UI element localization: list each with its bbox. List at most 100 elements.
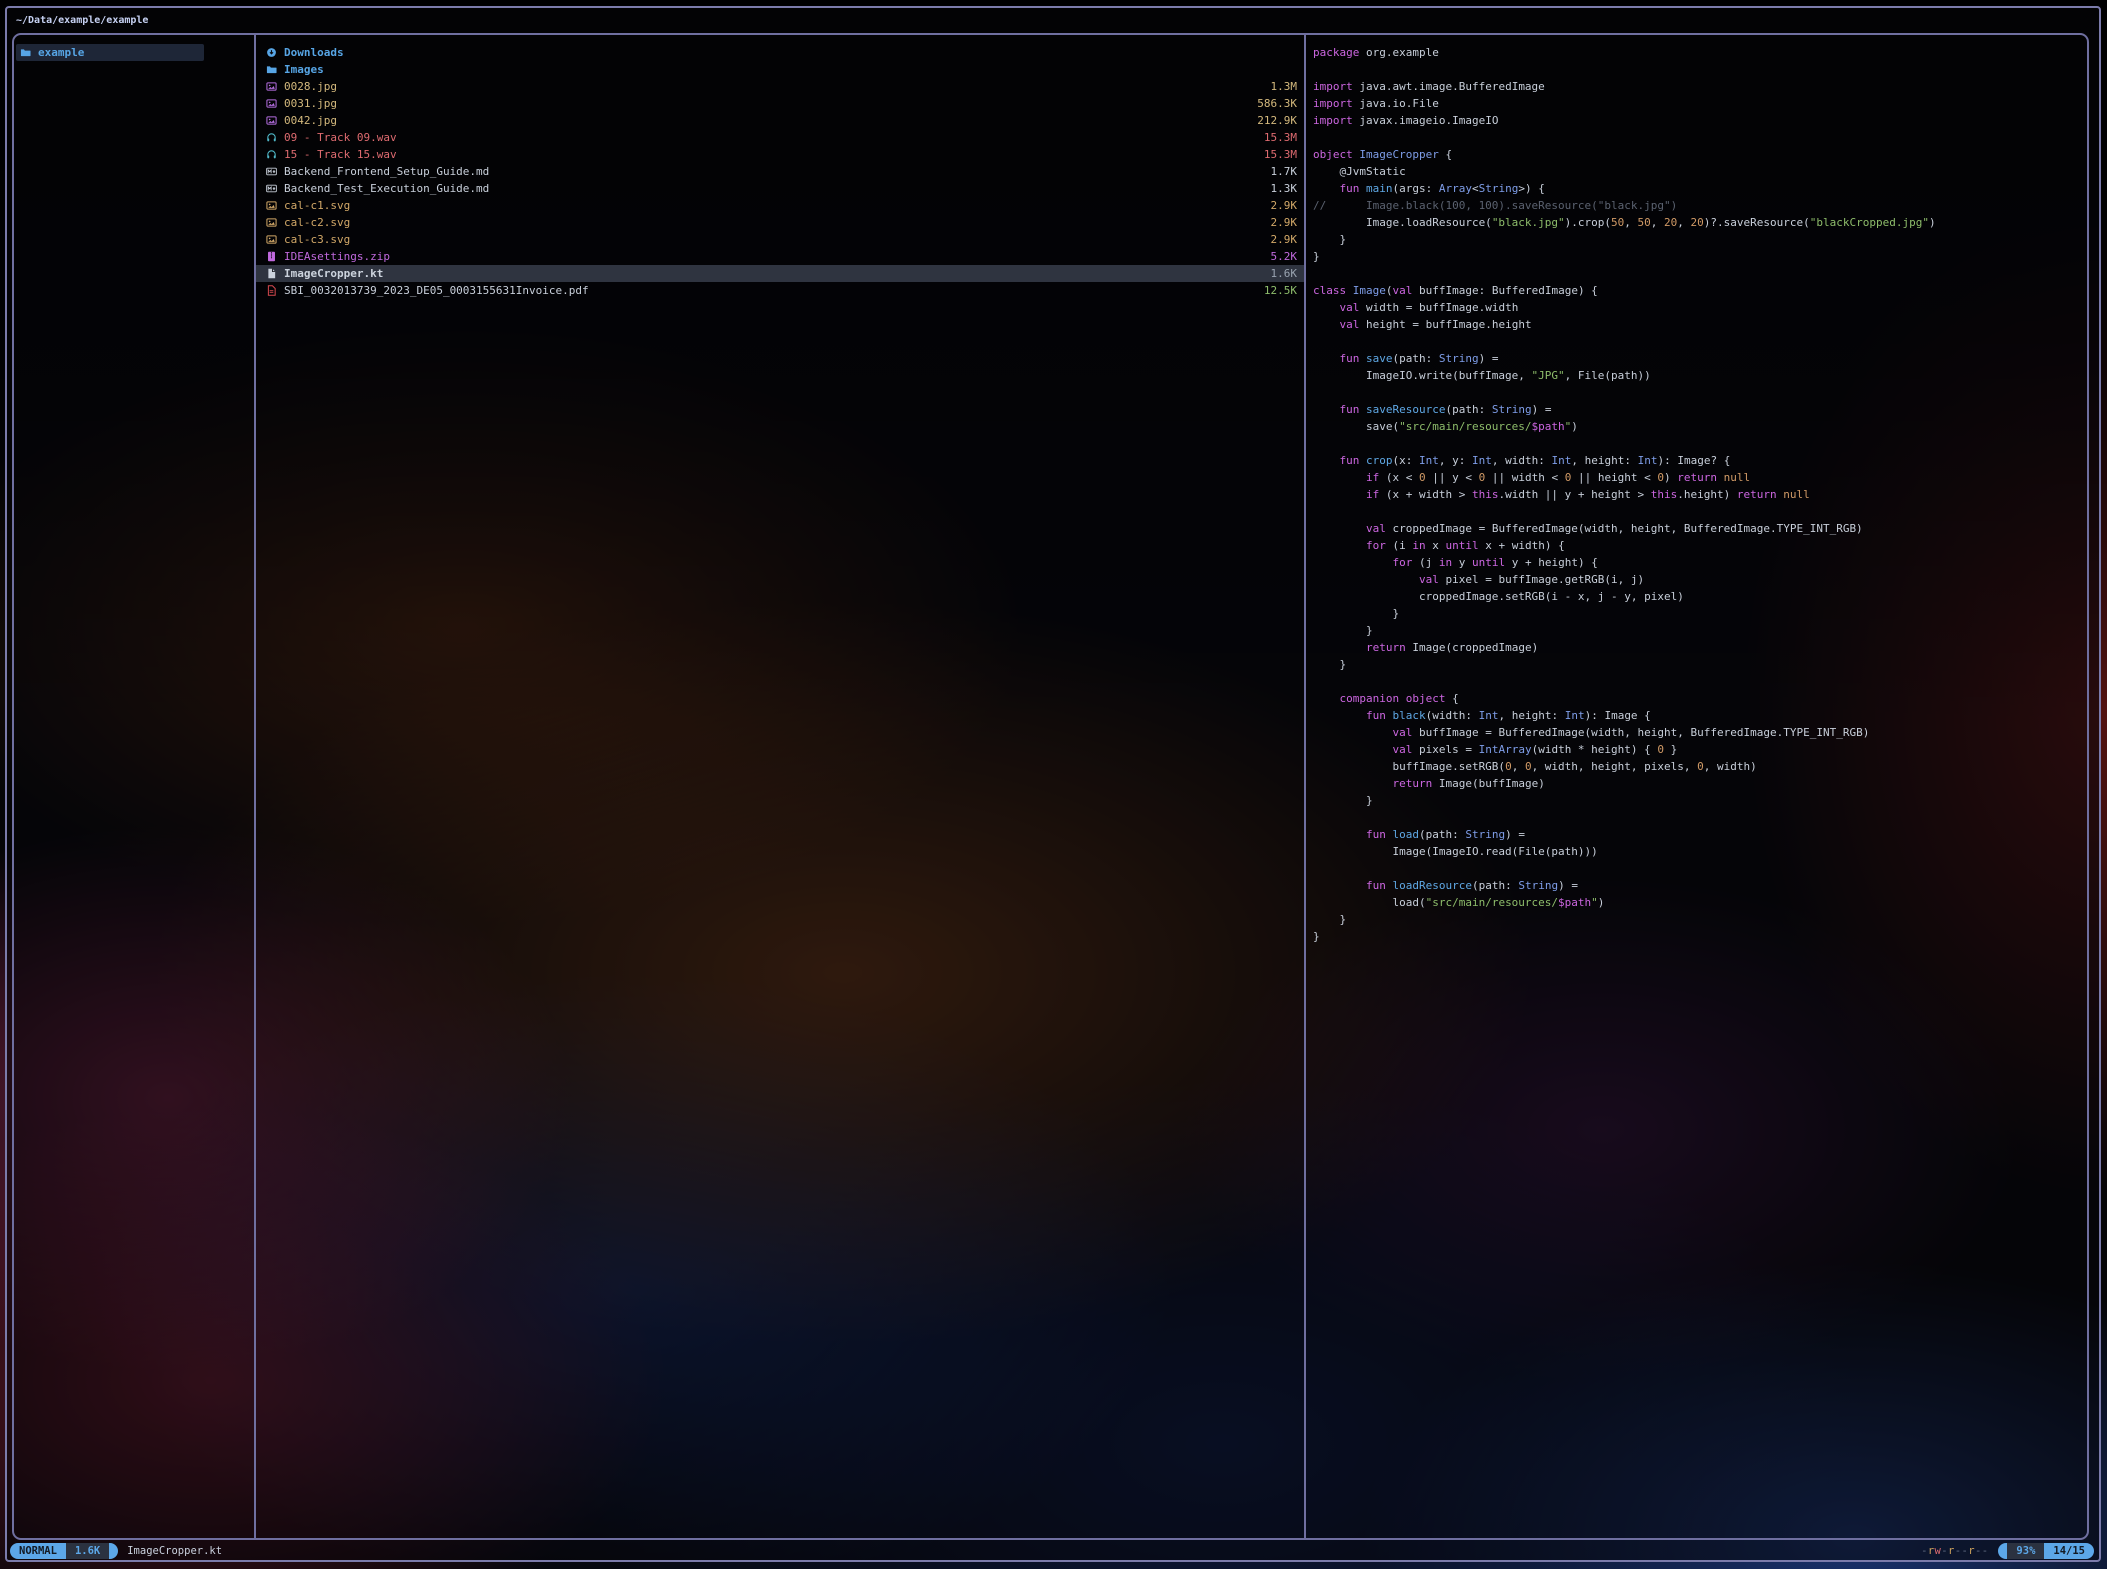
code-line — [1313, 673, 2087, 690]
code-line: companion object { — [1313, 690, 2087, 707]
file-name: IDEAsettings.zip — [284, 250, 1263, 263]
file-row[interactable]: 0031.jpg586.3K — [256, 95, 1304, 112]
pill-right-cap — [109, 1543, 118, 1559]
header-bar: ~/Data/example/example — [16, 10, 148, 32]
code-line: ImageIO.write(buffImage, "JPG", File(pat… — [1313, 367, 2087, 384]
code-line: } — [1313, 792, 2087, 809]
file-size: 2.9K — [1271, 216, 1298, 229]
archive-icon — [266, 251, 278, 263]
image-icon — [266, 234, 278, 246]
status-bar: NORMAL 1.6K ImageCropper.kt -rw-r--r-- 9… — [10, 1542, 2094, 1559]
code-line: val width = buffImage.width — [1313, 299, 2087, 316]
status-left: NORMAL 1.6K ImageCropper.kt — [10, 1543, 222, 1559]
code-line: } — [1313, 911, 2087, 928]
file-size: 15.3M — [1264, 131, 1297, 144]
code-line — [1313, 333, 2087, 350]
file-row[interactable]: cal-c3.svg 2.9K — [256, 231, 1304, 248]
file-row[interactable]: 0042.jpg212.9K — [256, 112, 1304, 129]
code-line — [1313, 129, 2087, 146]
file-size: 15.3M — [1264, 148, 1297, 161]
code-line: Image(ImageIO.read(File(path))) — [1313, 843, 2087, 860]
file-row[interactable]: 15 - Track 15.wav15.3M — [256, 146, 1304, 163]
code-line: for (i in x until x + width) { — [1313, 537, 2087, 554]
code-line: fun loadResource(path: String) = — [1313, 877, 2087, 894]
code-line: val pixel = buffImage.getRGB(i, j) — [1313, 571, 2087, 588]
code-line: } — [1313, 605, 2087, 622]
status-filename: ImageCropper.kt — [127, 1545, 222, 1557]
terminal-window: ~/Data/example/example example Downloads… — [5, 6, 2101, 1562]
code-line: fun black(width: Int, height: Int): Imag… — [1313, 707, 2087, 724]
code-line: // Image.black(100, 100).saveResource("b… — [1313, 197, 2087, 214]
code-line: for (j in y until y + height) { — [1313, 554, 2087, 571]
file-name: SBI_0032013739_2023_DE05_0003155631Invoi… — [284, 284, 1256, 297]
file-name: 0028.jpg — [284, 80, 1263, 93]
panes-container: example Downloads Images 0028.jpg 1.3M 0031.… — [12, 33, 2089, 1540]
code-line: fun save(path: String) = — [1313, 350, 2087, 367]
code-line: object ImageCropper { — [1313, 146, 2087, 163]
file-size: 12.5K — [1264, 284, 1297, 297]
code-line: import javax.imageio.ImageIO — [1313, 112, 2087, 129]
scroll-percent: 93% — [2007, 1543, 2044, 1559]
file-row[interactable]: 0028.jpg 1.3M — [256, 78, 1304, 95]
code-line: val buffImage = BufferedImage(width, hei… — [1313, 724, 2087, 741]
parent-item-example[interactable]: example — [16, 44, 204, 61]
file-row[interactable]: 09 - Track 09.wav 15.3M — [256, 129, 1304, 146]
folder-icon — [20, 47, 32, 59]
file-row[interactable]: Backend_Test_Execution_Guide.md1.3K — [256, 180, 1304, 197]
file-row[interactable]: Downloads — [256, 44, 1304, 61]
code-line — [1313, 265, 2087, 282]
code-line: @JvmStatic — [1313, 163, 2087, 180]
code-line: if (x + width > this.width || y + height… — [1313, 486, 2087, 503]
file-size: 1.7K — [1271, 165, 1298, 178]
markdown-icon — [266, 183, 278, 195]
cursor-position: 14/15 — [2044, 1543, 2094, 1559]
image-icon — [266, 217, 278, 229]
image-icon — [266, 98, 278, 110]
file-size: 1.3M — [1271, 80, 1298, 93]
code-line: fun saveResource(path: String) = — [1313, 401, 2087, 418]
code-line: save("src/main/resources/$path") — [1313, 418, 2087, 435]
code-line: } — [1313, 248, 2087, 265]
file-row[interactable]: cal-c1.svg2.9K — [256, 197, 1304, 214]
selected-file-size: 1.6K — [66, 1543, 109, 1559]
code-line — [1313, 809, 2087, 826]
mode-indicator: NORMAL — [10, 1543, 66, 1559]
file-size: 2.9K — [1271, 233, 1298, 246]
file-name: Backend_Test_Execution_Guide.md — [284, 182, 1263, 195]
image-icon — [266, 200, 278, 212]
code-line: buffImage.setRGB(0, 0, width, height, pi… — [1313, 758, 2087, 775]
file-size: 1.6K — [1271, 267, 1298, 280]
file-list-pane: Downloads Images 0028.jpg 1.3M 0031.jpg586.3… — [256, 35, 1306, 1538]
code-line: load("src/main/resources/$path") — [1313, 894, 2087, 911]
code-line — [1313, 384, 2087, 401]
code-line: val height = buffImage.height — [1313, 316, 2087, 333]
markdown-icon — [266, 166, 278, 178]
image-icon — [266, 115, 278, 127]
file-row[interactable]: ImageCropper.kt 1.6K — [256, 265, 1304, 282]
file-row[interactable]: Backend_Frontend_Setup_Guide.md1.7K — [256, 163, 1304, 180]
code-line: fun load(path: String) = — [1313, 826, 2087, 843]
cwd-path: ~/Data/example/example — [16, 15, 148, 26]
file-row[interactable]: cal-c2.svg2.9K — [256, 214, 1304, 231]
file-row[interactable]: SBI_0032013739_2023_DE05_0003155631Invoi… — [256, 282, 1304, 299]
file-name: ImageCropper.kt — [284, 267, 1263, 280]
preview-pane: package org.example import java.awt.imag… — [1306, 35, 2087, 1538]
file-name: 09 - Track 09.wav — [284, 131, 1256, 144]
code-line: class Image(val buffImage: BufferedImage… — [1313, 282, 2087, 299]
file-row[interactable]: Images — [256, 61, 1304, 78]
folder-icon — [266, 64, 278, 76]
file-size: 2.9K — [1271, 199, 1298, 212]
file-size: 586.3K — [1257, 97, 1297, 110]
code-line: fun crop(x: Int, y: Int, width: Int, hei… — [1313, 452, 2087, 469]
file-icon — [266, 268, 278, 280]
file-name: Downloads — [284, 46, 1289, 59]
code-line — [1313, 61, 2087, 78]
file-size: 212.9K — [1257, 114, 1297, 127]
pill-left-cap — [1998, 1543, 2007, 1559]
code-line: val pixels = IntArray(width * height) { … — [1313, 741, 2087, 758]
code-line: import java.io.File — [1313, 95, 2087, 112]
file-permissions: -rw-r--r-- — [1921, 1545, 1988, 1557]
file-row[interactable]: IDEAsettings.zip5.2K — [256, 248, 1304, 265]
code-line: } — [1313, 622, 2087, 639]
file-name: cal-c3.svg — [284, 233, 1263, 246]
